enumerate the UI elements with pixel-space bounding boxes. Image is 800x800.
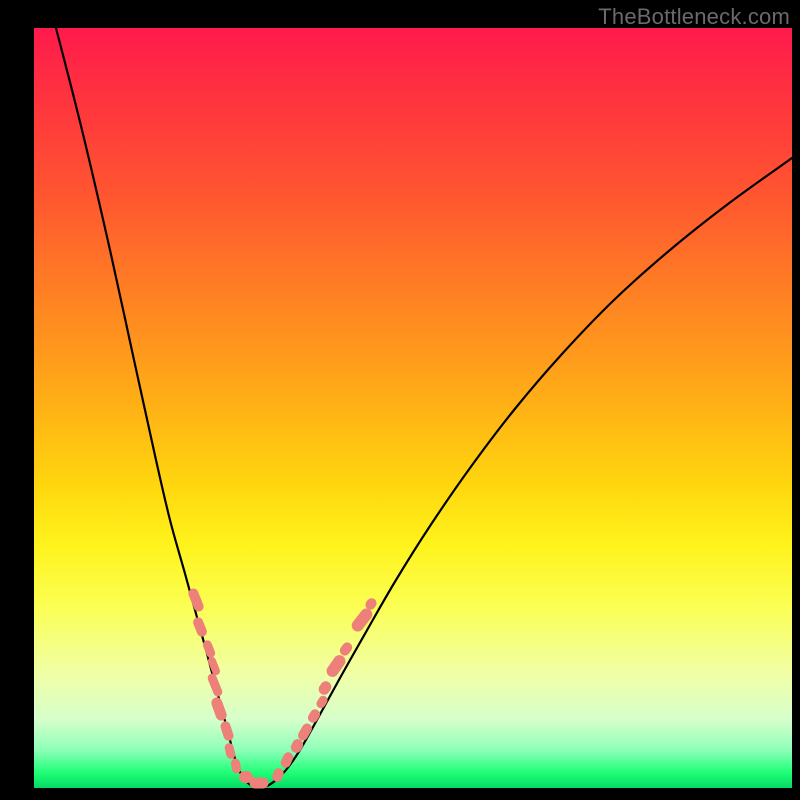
curve-marker [187,587,205,613]
curve-marker [219,720,235,742]
curve-marker [230,758,241,774]
curve-marker [315,694,330,710]
curve-marker [349,606,374,634]
curve-marker [250,778,269,789]
curve-path [56,28,792,788]
curve-marker [271,767,285,784]
curve-marker [192,616,209,638]
bottleneck-curve [0,0,800,800]
curve-marker [306,707,322,724]
curve-marker [207,656,222,677]
chart-frame: TheBottleneck.com [0,0,800,800]
curve-marker [210,696,229,722]
curve-marker [324,653,348,680]
curve-marker [206,672,223,698]
